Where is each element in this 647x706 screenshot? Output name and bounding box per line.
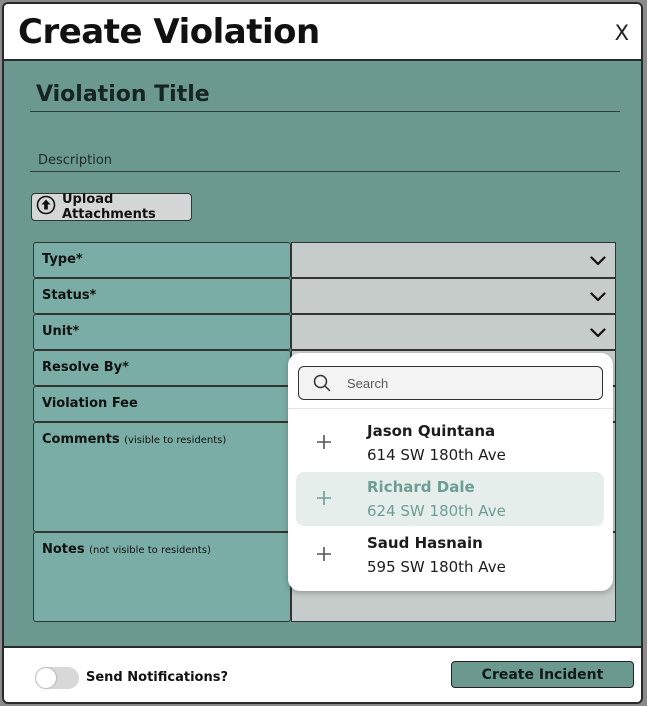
modal-title: Create Violation (18, 12, 320, 52)
option-address: 595 SW 180th Ave (367, 558, 506, 576)
notes-label-cell: Notes (not visible to residents) (33, 532, 291, 622)
form-row-status: Status* (33, 278, 616, 314)
create-incident-label: Create Incident (481, 666, 604, 683)
option-saud-hasnain[interactable]: Saud Hasnain 595 SW 180th Ave (296, 528, 604, 582)
unit-dropdown-menu: Jason Quintana 614 SW 180th Ave Richard … (288, 353, 613, 591)
plus-icon (315, 545, 333, 568)
comments-label-text: Comments (42, 432, 120, 447)
notes-sublabel: (not visible to residents) (89, 545, 211, 556)
description-label: Description (38, 153, 113, 168)
create-incident-button[interactable]: Create Incident (451, 661, 634, 688)
search-icon (313, 374, 331, 397)
status-select[interactable] (291, 278, 616, 314)
status-label-cell: Status* (33, 278, 291, 314)
modal-footer: Send Notifications? Create Incident (4, 646, 641, 702)
search-field[interactable] (298, 366, 603, 400)
chevron-down-icon (590, 253, 606, 271)
plus-icon (315, 489, 333, 512)
description-input[interactable]: Description (30, 150, 620, 172)
modal-header: Create Violation X (4, 4, 641, 61)
type-label-cell: Type* (33, 242, 291, 278)
send-notifications-label: Send Notifications? (86, 670, 228, 685)
upload-attachments-label: Upload Attachments (62, 192, 156, 222)
unit-select[interactable] (291, 314, 616, 350)
option-name: Saud Hasnain (367, 534, 483, 552)
toggle-knob (36, 668, 56, 688)
violation-fee-label-cell: Violation Fee (33, 386, 291, 422)
option-address: 614 SW 180th Ave (367, 446, 506, 464)
chevron-down-icon (590, 325, 606, 343)
option-address: 624 SW 180th Ave (367, 502, 506, 520)
type-select[interactable] (291, 242, 616, 278)
notes-label: Notes (not visible to residents) (42, 542, 211, 557)
resolve-by-label-cell: Resolve By* (33, 350, 291, 386)
resolve-by-label: Resolve By* (42, 360, 129, 375)
comments-label: Comments (visible to residents) (42, 432, 226, 447)
plus-icon (315, 433, 333, 456)
option-name: Jason Quintana (367, 422, 496, 440)
option-richard-dale[interactable]: Richard Dale 624 SW 180th Ave (296, 472, 604, 526)
dropdown-divider (288, 408, 613, 409)
comments-sublabel: (visible to residents) (124, 435, 227, 446)
form-row-unit: Unit* (33, 314, 616, 350)
unit-label-cell: Unit* (33, 314, 291, 350)
unit-label: Unit* (42, 324, 80, 339)
chevron-down-icon (590, 289, 606, 307)
option-jason-quintana[interactable]: Jason Quintana 614 SW 180th Ave (296, 416, 604, 470)
violation-title-input[interactable]: Violation Title (30, 80, 620, 112)
upload-icon (36, 195, 56, 220)
violation-fee-label: Violation Fee (42, 396, 138, 411)
search-input[interactable] (347, 373, 587, 393)
upload-attachments-button[interactable]: Upload Attachments (31, 192, 192, 222)
notes-label-text: Notes (42, 542, 85, 557)
type-label: Type* (42, 252, 83, 267)
close-button[interactable]: X (615, 21, 629, 45)
form-row-type: Type* (33, 242, 616, 278)
comments-label-cell: Comments (visible to residents) (33, 422, 291, 532)
option-name: Richard Dale (367, 478, 475, 496)
send-notifications-toggle[interactable] (35, 667, 79, 689)
status-label: Status* (42, 288, 97, 303)
violation-title-value: Violation Title (36, 82, 210, 107)
